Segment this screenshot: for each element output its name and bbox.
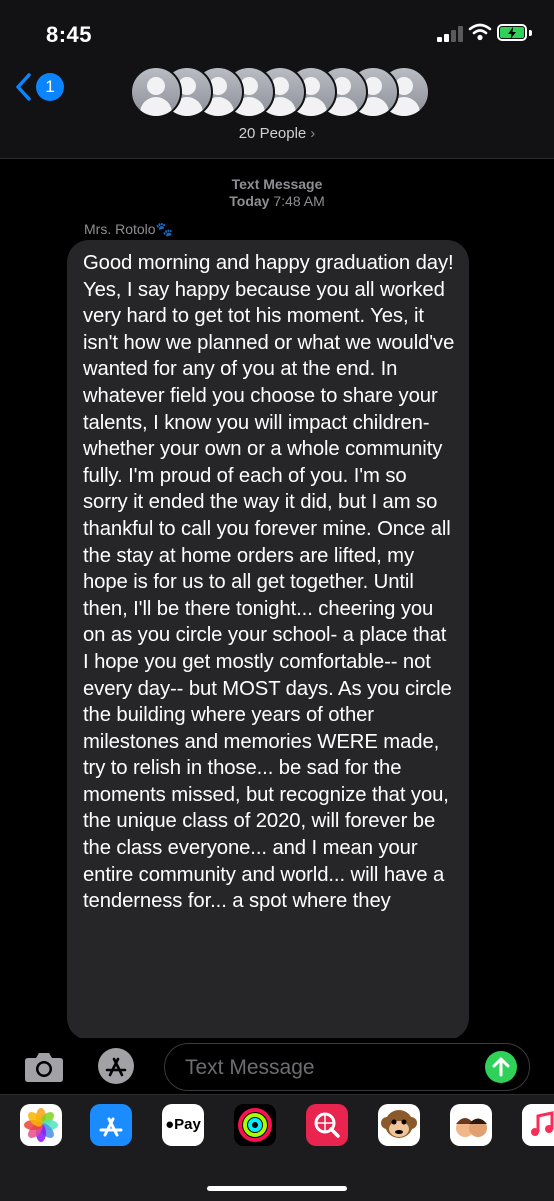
app-store-drawer-button[interactable] bbox=[94, 1046, 138, 1086]
battery-cap bbox=[529, 30, 532, 36]
group-info-link[interactable]: 20 People › bbox=[0, 125, 554, 142]
imessage-app-drawer: ●Pay bbox=[0, 1094, 554, 1201]
sender-name: Mrs. Rotolo🐾 bbox=[84, 221, 174, 237]
monkey-memoji-icon bbox=[378, 1104, 420, 1146]
app-store-app-button[interactable] bbox=[90, 1104, 132, 1146]
avatar bbox=[130, 66, 182, 118]
message-bubble[interactable]: Good morning and happy graduation day! Y… bbox=[67, 240, 469, 1040]
music-app-button[interactable] bbox=[522, 1104, 554, 1146]
animoji-app-button[interactable] bbox=[378, 1104, 420, 1146]
timestamp-time: 7:48 AM bbox=[273, 193, 325, 209]
message-input[interactable] bbox=[183, 1052, 477, 1084]
camera-button[interactable] bbox=[22, 1046, 66, 1086]
status-time: 8:45 bbox=[46, 22, 93, 47]
chevron-right-icon: › bbox=[310, 125, 316, 142]
apple-pay-app-button[interactable]: ●Pay bbox=[162, 1104, 204, 1146]
group-member-count: 20 People bbox=[238, 125, 307, 142]
message-timestamp: Text Message Today 7:48 AM bbox=[0, 176, 554, 210]
charging-bolt-icon bbox=[508, 27, 516, 39]
send-button[interactable] bbox=[485, 1051, 517, 1083]
memoji-app-button[interactable] bbox=[450, 1104, 492, 1146]
wifi-icon bbox=[468, 23, 492, 41]
apple-logo-icon: ● bbox=[165, 1116, 175, 1133]
chevron-left-icon bbox=[16, 73, 31, 101]
group-avatars[interactable] bbox=[130, 66, 430, 118]
arrow-up-icon bbox=[492, 1057, 510, 1077]
unread-count-badge: 1 bbox=[36, 73, 64, 101]
images-search-icon bbox=[306, 1104, 348, 1146]
app-store-icon bbox=[98, 1048, 134, 1084]
status-bar: 8:45 bbox=[0, 0, 554, 62]
app-store-icon bbox=[90, 1104, 132, 1146]
cellular-signal-icon bbox=[437, 26, 465, 42]
image-search-app-button[interactable] bbox=[306, 1104, 348, 1146]
message-input-field[interactable] bbox=[164, 1043, 530, 1091]
camera-icon bbox=[25, 1053, 63, 1082]
photos-app-button[interactable] bbox=[20, 1104, 62, 1146]
music-icon bbox=[522, 1104, 554, 1146]
apple-pay-label: Pay bbox=[174, 1116, 201, 1133]
composer-bar bbox=[0, 1038, 554, 1094]
photos-icon bbox=[20, 1104, 62, 1146]
message-text: Good morning and happy graduation day! Y… bbox=[83, 252, 455, 913]
memoji-icon bbox=[450, 1104, 492, 1146]
activity-app-button[interactable] bbox=[234, 1104, 276, 1146]
timestamp-day: Today bbox=[229, 193, 270, 209]
message-type-label: Text Message bbox=[231, 176, 323, 192]
activity-icon bbox=[234, 1104, 276, 1146]
back-button[interactable]: 1 bbox=[14, 72, 64, 102]
apple-pay-icon: ●Pay bbox=[162, 1116, 204, 1133]
home-indicator[interactable] bbox=[207, 1186, 347, 1191]
